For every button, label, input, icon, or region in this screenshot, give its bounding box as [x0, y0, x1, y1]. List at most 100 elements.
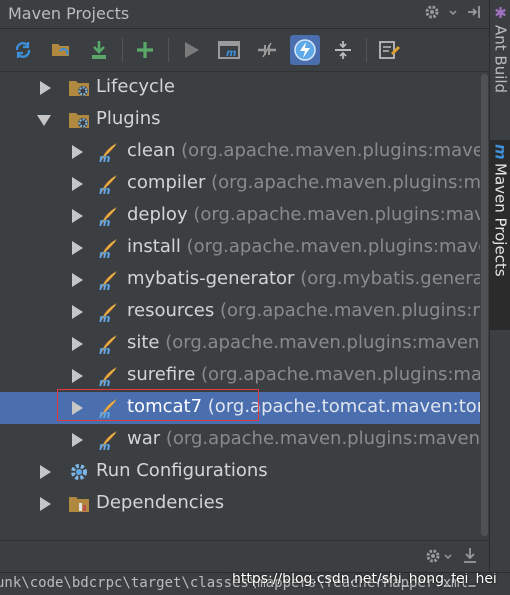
tab-maven-projects[interactable]: m Maven Projects: [490, 140, 510, 330]
tree-node-lifecycle[interactable]: Lifecycle: [0, 72, 489, 104]
execute-goal-icon: m: [218, 41, 240, 59]
plugin-item-resources[interactable]: m resources (org.apache.maven.plugins:ma…: [0, 296, 489, 328]
hide-icon[interactable]: [465, 3, 483, 25]
lifecycle-folder-icon: [68, 77, 90, 99]
maven-plugin-icon: m: [98, 269, 120, 293]
tree-node-run-configurations[interactable]: Run Configurations: [0, 456, 489, 488]
svg-text:m: m: [99, 440, 110, 451]
maven-plugin-icon: m: [98, 173, 120, 197]
expand-arrow-icon[interactable]: [40, 81, 51, 95]
plugin-item-clean[interactable]: m clean (org.apache.maven.plugins:maven-…: [0, 136, 489, 168]
skip-tests-button[interactable]: [290, 35, 320, 65]
maven-plugin-icon: m: [98, 365, 120, 389]
panel-title: Maven Projects: [8, 4, 130, 23]
generate-sources-button[interactable]: [46, 35, 76, 65]
tree-node-dependencies[interactable]: Dependencies: [0, 488, 489, 520]
plugin-name: surefire: [127, 364, 196, 385]
panel-header: Maven Projects: [0, 0, 489, 29]
plugin-item-deploy[interactable]: m deploy (org.apache.maven.plugins:maven…: [0, 200, 489, 232]
ant-icon: ✱: [491, 4, 510, 22]
plugin-item-war[interactable]: m war (org.apache.maven.plugins:maven-wa: [0, 424, 489, 456]
maven-plugin-icon: m: [98, 333, 120, 357]
chevron-down-icon[interactable]: [449, 3, 457, 25]
maven-plugin-icon: m: [98, 301, 120, 325]
maven-toolbar: m: [0, 29, 489, 72]
expand-arrow-icon[interactable]: [40, 497, 51, 511]
expand-arrow-icon[interactable]: [72, 369, 83, 383]
expand-arrow-icon[interactable]: [40, 465, 51, 479]
add-icon: [137, 42, 153, 58]
toggle-offline-button[interactable]: [252, 35, 282, 65]
tree-node-label: Run Configurations: [96, 460, 268, 481]
right-tool-strip: ✱ Ant Build m Maven Projects: [489, 0, 510, 594]
toggle-offline-icon: [258, 42, 276, 58]
plugin-name: war: [127, 428, 161, 449]
skip-tests-icon: [294, 39, 316, 61]
plugin-coordinates: (org.apache.maven.plugins:maven-i: [186, 236, 489, 257]
maven-settings-button[interactable]: [374, 35, 404, 65]
plugin-coordinates: (org.apache.maven.plugins:maven-cl: [181, 140, 489, 161]
plugin-coordinates: (org.apache.maven.plugins:maven: [211, 172, 489, 193]
tree-node-label: Plugins: [96, 108, 161, 129]
tree-node-plugins[interactable]: Plugins: [0, 104, 489, 136]
svg-text:m: m: [99, 280, 110, 291]
tree-node-label: Lifecycle: [96, 76, 175, 97]
expand-arrow-icon[interactable]: [72, 241, 83, 255]
plugin-item-surefire[interactable]: m surefire (org.apache.maven.plugins:mav…: [0, 360, 489, 392]
run-configurations-icon: [68, 461, 90, 483]
execute-goal-button[interactable]: m: [214, 35, 244, 65]
reimport-button[interactable]: [8, 35, 38, 65]
panel-header-actions: [423, 3, 483, 25]
expand-arrow-icon[interactable]: [72, 209, 83, 223]
plugin-item-compiler[interactable]: m compiler (org.apache.maven.plugins:mav…: [0, 168, 489, 200]
plugin-name: compiler: [127, 172, 206, 193]
collapse-all-button[interactable]: [328, 35, 358, 65]
plugin-name: install: [127, 236, 181, 257]
plugin-item-mybatis-generator[interactable]: m mybatis-generator (org.mybatis.generat…: [0, 264, 489, 296]
plugin-coordinates: (org.apache.maven.plugins:maven: [201, 364, 489, 385]
tab-ant-build[interactable]: ✱ Ant Build: [490, 0, 510, 116]
run-button[interactable]: [176, 35, 206, 65]
collapse-arrow-icon[interactable]: [37, 115, 51, 126]
expand-arrow-icon[interactable]: [72, 177, 83, 191]
add-project-button[interactable]: [130, 35, 160, 65]
bottom-tool-strip: [0, 540, 489, 573]
maven-plugin-icon: m: [98, 141, 120, 165]
expand-arrow-icon[interactable]: [72, 433, 83, 447]
tree-scrollbar[interactable]: [480, 72, 489, 538]
run-icon: [185, 42, 199, 58]
expand-arrow-icon[interactable]: [72, 337, 83, 351]
svg-text:m: m: [99, 344, 110, 355]
expand-arrow-icon[interactable]: [72, 145, 83, 159]
plugin-item-install[interactable]: m install (org.apache.maven.plugins:mave…: [0, 232, 489, 264]
expand-arrow-icon[interactable]: [72, 273, 83, 287]
chevron-down-icon[interactable]: [444, 547, 452, 569]
expand-arrow-icon[interactable]: [72, 305, 83, 319]
plugin-coordinates: (org.mybatis.generator: [300, 268, 489, 289]
plugin-name: site: [127, 332, 160, 353]
scrollbar-thumb[interactable]: [481, 74, 488, 536]
tree-node-label: Dependencies: [96, 492, 225, 513]
plugin-coordinates: (org.apache.maven.plugins:maven-wa: [165, 428, 489, 449]
svg-text:m: m: [99, 152, 110, 163]
watermark-text: https://blog.csdn.net/shi_hong_fei_hei: [232, 572, 497, 587]
plugin-item-site[interactable]: m site (org.apache.maven.plugins:maven-s…: [0, 328, 489, 360]
reimport-icon: [15, 42, 31, 58]
maven-plugin-icon: m: [98, 237, 120, 261]
gear-icon[interactable]: [424, 547, 442, 569]
plugin-name: resources: [127, 300, 215, 321]
collapse-all-icon: [335, 41, 351, 59]
plugin-coordinates: (org.apache.maven.plugins:mave: [219, 300, 489, 321]
maven-plugin-icon: m: [98, 429, 120, 453]
plugin-coordinates: (org.apache.maven.plugins:maven-: [193, 204, 489, 225]
generate-sources-icon: [52, 44, 69, 56]
svg-text:m: m: [99, 184, 110, 195]
download-sources-button[interactable]: [84, 35, 114, 65]
gear-icon[interactable]: [423, 3, 441, 25]
svg-text:m: m: [99, 248, 110, 259]
plugin-name: deploy: [127, 204, 188, 225]
svg-text:m: m: [226, 48, 236, 59]
annotation-highlight-box: [57, 389, 259, 421]
download-icon[interactable]: [462, 547, 478, 569]
dependencies-folder-icon: [68, 493, 90, 515]
